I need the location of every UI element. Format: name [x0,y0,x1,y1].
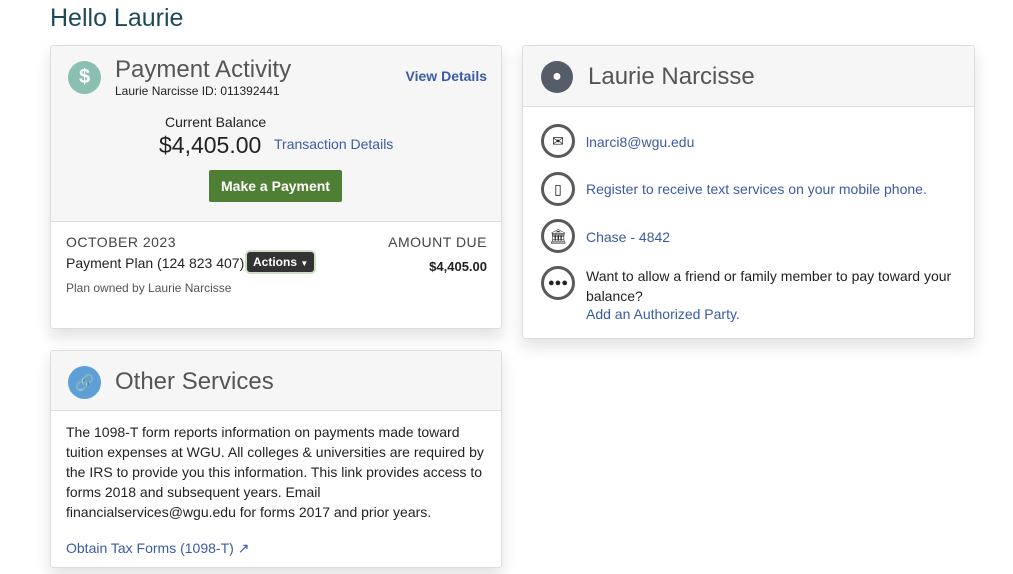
balance-label: Current Balance [165,114,267,130]
profile-name: Laurie Narcisse [588,63,755,90]
tax-forms-link[interactable]: Obtain Tax Forms (1098-T) ↗ [66,540,249,557]
current-balance: $4,405.00 [159,132,262,158]
payment-header: $ Payment Activity Laurie Narcisse ID: 0… [51,46,501,222]
dollar-icon: $ [68,61,101,94]
user-icon: ● [541,61,573,93]
other-services-card: 🔗 Other Services The 1098-T form reports… [50,350,502,568]
mobile-phone-icon: ▯ [541,172,575,206]
caret-down-icon: ▼ [300,259,309,268]
amount-due-label: AMOUNT DUE [388,234,487,250]
actions-dropdown[interactable]: Actions ▼ [247,252,315,272]
external-link-icon: ↗ [237,540,250,556]
payment-plan: Payment Plan (124 823 407) [66,255,245,271]
tax-info-text: The 1098-T form reports information on p… [66,424,484,520]
payment-title: Payment Activity [115,56,292,83]
profile-card: ● Laurie Narcisse ✉ lnarci8@wgu.edu ▯ Re… [522,45,975,339]
owner-text: Plan owned by Laurie Narcisse [66,281,232,295]
tax-forms-label: Obtain Tax Forms (1098-T) [66,540,234,556]
actions-label: Actions [253,255,298,269]
envelope-icon: ✉ [541,124,575,158]
month: OCTOBER 2023 [66,234,177,250]
link-icon: 🔗 [68,366,101,399]
add-authorized-party-link[interactable]: Add an Authorized Party. [586,306,740,322]
authorized-party-text: Want to allow a friend or family member … [586,268,952,304]
amount-due: $4,405.00 [429,259,487,274]
view-details-link[interactable]: View Details [406,68,487,84]
group-icon: ●●● [541,266,575,300]
greeting: Hello Laurie [50,4,184,32]
student-id: Laurie Narcisse ID: 011392441 [115,84,280,98]
sms-register-link[interactable]: Register to receive text services on you… [586,181,927,197]
email-link[interactable]: lnarci8@wgu.edu [586,134,694,150]
bank-icon: 🏛 [541,219,575,253]
transaction-details-link[interactable]: Transaction Details [274,136,393,152]
make-payment-button[interactable]: Make a Payment [209,170,342,202]
other-services-title: Other Services [115,368,274,395]
payment-activity-card: $ Payment Activity Laurie Narcisse ID: 0… [50,45,502,329]
bank-link[interactable]: Chase - 4842 [586,229,670,245]
